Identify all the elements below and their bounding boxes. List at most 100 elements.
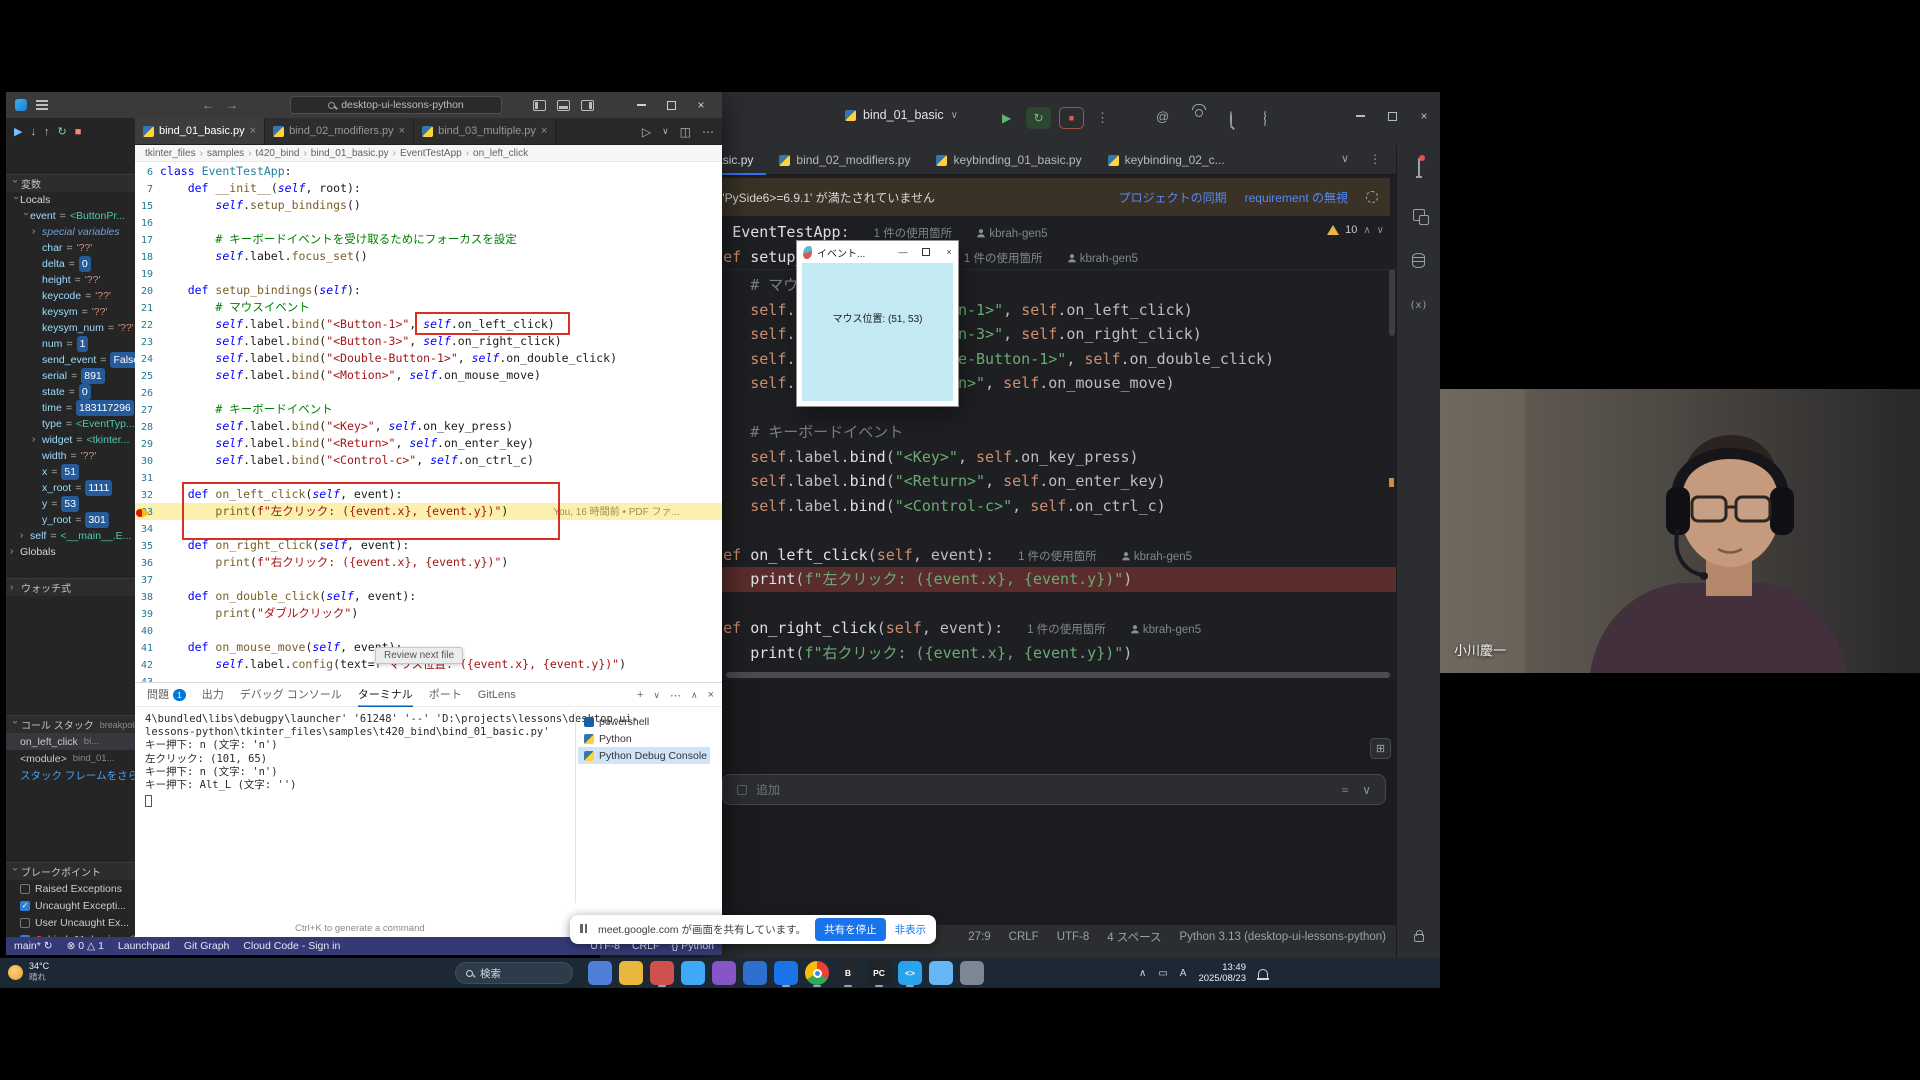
editor-tab[interactable]: keybinding_01_basic.py <box>923 145 1094 175</box>
maximize-button[interactable] <box>656 92 686 118</box>
breakpoint-row[interactable]: ✓Uncaught Excepti... <box>6 897 135 914</box>
display-icon[interactable]: ▭ <box>1158 968 1167 979</box>
git-graph-item[interactable]: Git Graph <box>184 940 230 952</box>
code-line[interactable]: 25 self.label.bind("<Motion>", self.on_m… <box>135 367 722 384</box>
breakpoint-row[interactable]: Raised Exceptions <box>6 880 135 897</box>
panel-tab[interactable]: 問題1 <box>147 683 186 707</box>
status-item[interactable]: UTF-8 <box>1057 931 1090 943</box>
ignore-requirement-link[interactable]: requirement の無視 <box>1245 189 1348 206</box>
code-line[interactable]: 16 <box>135 214 722 231</box>
hide-link[interactable]: 非表示 <box>895 922 927 937</box>
chevron-up-icon[interactable]: ∧ <box>1139 968 1146 979</box>
taskbar-app-icon[interactable] <box>774 961 798 985</box>
more-tabs-icon[interactable]: ⋮ <box>1369 152 1381 166</box>
weather-widget[interactable]: 34°C晴れ <box>8 961 49 983</box>
editor-tab[interactable]: bind_02_modifiers.py× <box>265 118 414 144</box>
code-line[interactable]: 17 # キーボードイベントを受け取るためにフォーカスを設定 <box>135 231 722 248</box>
ime-indicator[interactable]: A <box>1180 968 1187 979</box>
taskbar-search[interactable]: 検索 <box>455 962 573 984</box>
close-tab-icon[interactable]: × <box>250 125 256 137</box>
twist-icon[interactable]: › <box>20 528 30 544</box>
taskbar-app-icon[interactable] <box>805 961 829 985</box>
stop-button[interactable]: ■ <box>1059 107 1084 129</box>
variable-row[interactable]: ›widget=<tkinter... <box>6 432 135 448</box>
restart-icon[interactable]: ↻ <box>57 125 66 138</box>
minimize-button[interactable] <box>1348 104 1372 128</box>
new-terminal-icon[interactable]: + <box>637 689 643 701</box>
editor-tab[interactable]: keybinding_02_c... <box>1095 145 1238 175</box>
editor-tab[interactable]: bind_02_modifiers.py <box>766 145 923 175</box>
variable-row[interactable]: ›self=<__main__.E... <box>6 528 135 544</box>
prev-warning-icon[interactable]: ∧ <box>1363 225 1370 236</box>
code-line[interactable]: 7 def __init__(self, root): <box>135 180 722 197</box>
usages-hint[interactable]: 1 件の使用箇所 <box>964 253 1043 265</box>
variable-row[interactable]: x_root=1111 <box>6 480 135 496</box>
more-actions-icon[interactable]: ⋮ <box>1096 107 1109 129</box>
close-button[interactable]: × <box>940 241 958 263</box>
chevron-down-icon[interactable]: ∨ <box>1362 783 1371 797</box>
twist-icon[interactable]: › <box>17 212 33 222</box>
code-line[interactable]: 19 <box>135 265 722 282</box>
variable-row[interactable]: keysym='??' <box>6 304 135 320</box>
taskbar-app-icon[interactable] <box>929 961 953 985</box>
status-item[interactable]: Python 3.13 (desktop-ui-lessons-python) <box>1180 931 1386 943</box>
breakpoints-section-header[interactable]: ›ブレークポイント <box>6 862 135 880</box>
toggle-secondary-sidebar-icon[interactable] <box>581 100 594 111</box>
breadcrumb-item[interactable]: samples <box>207 148 244 159</box>
code-with-me-icon[interactable]: @ <box>1156 109 1169 124</box>
terminal-list-item[interactable]: Python <box>578 730 710 747</box>
split-editor-icon[interactable]: ◫ <box>680 125 691 139</box>
open-in-window-icon[interactable]: ⊞ <box>1370 738 1391 759</box>
callstack-frame[interactable]: <module>bind_01... <box>6 750 135 767</box>
code-line[interactable]: 36 print(f"右クリック: ({event.x}, {event.y})… <box>135 554 722 571</box>
variables-icon[interactable]: (x) <box>1409 300 1427 311</box>
code-line[interactable]: 37 <box>135 571 722 588</box>
notifications-bell-icon[interactable] <box>1418 159 1420 177</box>
more-actions-icon[interactable]: ⋯ <box>670 689 681 702</box>
code-line[interactable]: 43 <box>135 673 722 682</box>
toggle-sidebar-icon[interactable] <box>533 100 546 111</box>
author-hint[interactable]: kbrah-gen5 <box>976 228 1047 240</box>
author-hint[interactable]: kbrah-gen5 <box>1130 624 1201 636</box>
run-dropdown-icon[interactable]: ∨ <box>662 126 669 137</box>
code-line[interactable]: 20 def setup_bindings(self): <box>135 282 722 299</box>
banner-settings-icon[interactable] <box>1366 191 1378 203</box>
panel-tab[interactable]: ターミナル <box>358 683 413 707</box>
more-actions-icon[interactable]: ⋯ <box>702 125 714 139</box>
code-line[interactable]: 29 self.label.bind("<Return>", self.on_e… <box>135 435 722 452</box>
breadcrumb-item[interactable]: bind_01_basic.py <box>311 148 389 159</box>
panel-tab[interactable]: 出力 <box>202 683 224 707</box>
variable-row[interactable]: keycode='??' <box>6 288 135 304</box>
variable-row[interactable]: ›Locals <box>6 192 135 208</box>
horizontal-scrollbar[interactable] <box>726 672 1390 678</box>
close-tab-icon[interactable]: × <box>541 125 547 137</box>
maximize-panel-icon[interactable]: ∧ <box>691 690 698 701</box>
code-line[interactable]: 28 self.label.bind("<Key>", self.on_key_… <box>135 418 722 435</box>
code-line[interactable]: 27 # キーボードイベント <box>135 401 722 418</box>
callstack-section-header[interactable]: ›コール スタックbreakpoint で... <box>6 715 135 733</box>
taskbar-app-icon[interactable] <box>619 961 643 985</box>
tk-label-area[interactable]: マウス位置: (51, 53) <box>802 263 953 401</box>
variable-row[interactable]: serial=891 <box>6 368 135 384</box>
run-icon[interactable]: ▷ <box>642 125 651 139</box>
sync-project-link[interactable]: プロジェクトの同期 <box>1119 189 1227 206</box>
variable-row[interactable]: keysym_num='??' <box>6 320 135 336</box>
checkbox[interactable] <box>20 918 30 928</box>
checkbox[interactable] <box>20 884 30 894</box>
minimize-button[interactable]: — <box>894 241 912 263</box>
breadcrumb-item[interactable]: tkinter_files <box>145 148 196 159</box>
usages-hint[interactable]: 1 件の使用箇所 <box>1027 624 1106 636</box>
maximize-button[interactable] <box>1380 104 1404 128</box>
code-line[interactable]: 26 <box>135 384 722 401</box>
code-line[interactable]: 23 self.label.bind("<Button-3>", self.on… <box>135 333 722 350</box>
taskbar-app-icon[interactable]: B <box>836 961 860 985</box>
watch-section-header[interactable]: ›ウォッチ式 <box>6 578 135 596</box>
variable-row[interactable]: ›Globals <box>6 544 135 560</box>
filter-icon[interactable]: ≈ <box>1342 783 1349 797</box>
breadcrumb-item[interactable]: on_left_click <box>473 148 528 159</box>
taskbar-app-icon[interactable] <box>588 961 612 985</box>
rerun-debug-button[interactable]: ↻ <box>1026 107 1051 129</box>
code-line[interactable]: 30 self.label.bind("<Control-c>", self.o… <box>135 452 722 469</box>
code-line[interactable]: 15 self.setup_bindings() <box>135 197 722 214</box>
code-line[interactable]: 39 print("ダブルクリック") <box>135 605 722 622</box>
